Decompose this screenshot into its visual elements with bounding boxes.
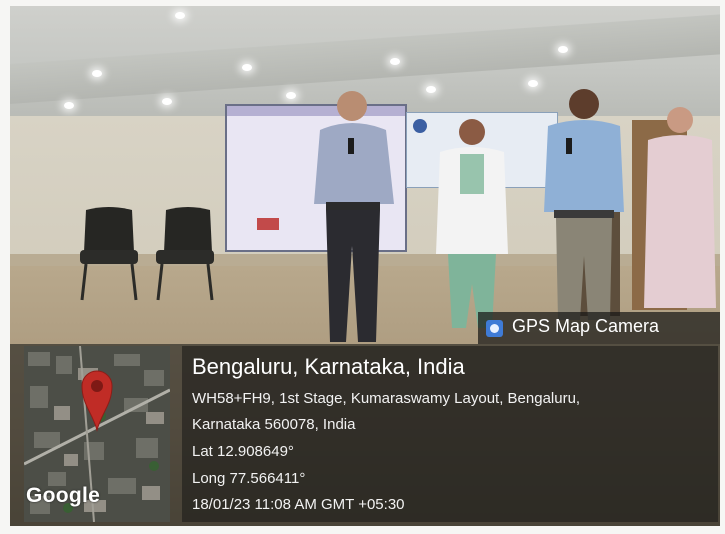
address-line-1: WH58+FH9, 1st Stage, Kumaraswamy Layout,… xyxy=(192,390,581,407)
app-name: GPS Map Camera xyxy=(512,316,660,336)
man-blue-shirt xyxy=(544,89,624,320)
ceiling-light xyxy=(92,70,102,77)
ceiling-light xyxy=(558,46,568,53)
banner-logo xyxy=(413,119,427,133)
chair xyxy=(156,207,214,301)
google-logo: Google xyxy=(26,484,101,507)
woman-pink-dress xyxy=(644,107,716,308)
ceiling-light xyxy=(175,12,185,19)
screen-logo xyxy=(257,218,279,230)
location-info-panel: Bengaluru, Karnataka, India WH58+FH9, 1s… xyxy=(182,346,718,522)
woman-white-coat xyxy=(436,119,508,328)
gps-camera-icon xyxy=(486,320,503,337)
gps-map-camera-badge: GPS Map Camera xyxy=(478,312,720,344)
datetime-text: 18/01/23 11:08 AM GMT +05:30 xyxy=(192,496,405,513)
ceiling-light xyxy=(242,64,252,71)
ceiling-light xyxy=(390,58,400,65)
ceiling-light xyxy=(426,86,436,93)
ceiling-light xyxy=(162,98,172,105)
ceiling-light xyxy=(286,92,296,99)
ceiling-light xyxy=(64,102,74,109)
speaker-man-grey-shirt xyxy=(314,91,394,342)
longitude-text: Long 77.566411° xyxy=(192,470,306,487)
address-line-2: Karnataka 560078, India xyxy=(192,416,356,433)
chair xyxy=(80,207,138,301)
location-title: Bengaluru, Karnataka, India xyxy=(192,354,465,379)
latitude-text: Lat 12.908649° xyxy=(192,443,294,460)
